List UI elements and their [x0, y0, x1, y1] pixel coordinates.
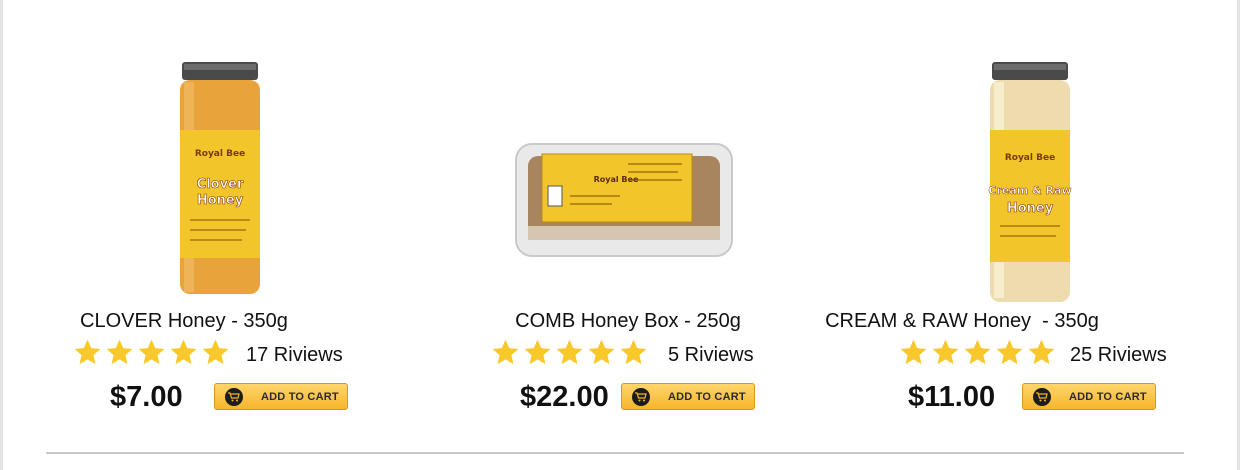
section-divider: [46, 452, 1184, 454]
star-icon: [74, 339, 101, 365]
cart-icon: [1033, 388, 1051, 406]
star-rating: [72, 337, 231, 368]
star-icon: [588, 339, 615, 365]
review-count[interactable]: 25 Riviews: [1070, 344, 1167, 367]
star-icon: [620, 339, 647, 365]
star-icon: [524, 339, 551, 365]
star-icon: [1028, 339, 1055, 365]
product-price: $22.00: [520, 381, 609, 413]
star-icon: [932, 339, 959, 365]
star-icon: [900, 339, 927, 365]
star-rating: [898, 337, 1057, 368]
add-to-cart-label: ADD TO CART: [668, 391, 746, 403]
star-icon: [138, 339, 165, 365]
star-icon: [556, 339, 583, 365]
jar-label-line: Honey: [197, 193, 244, 208]
add-to-cart-button[interactable]: ADD TO CART: [1022, 383, 1156, 410]
product-title[interactable]: CREAM & RAW Honey - 350g: [762, 310, 1162, 333]
jar-label-line: Honey: [1007, 201, 1054, 216]
jar-brand-text: Royal Bee: [195, 149, 245, 159]
review-count[interactable]: 17 Riviews: [246, 344, 343, 367]
add-to-cart-label: ADD TO CART: [261, 391, 339, 403]
star-icon: [170, 339, 197, 365]
product-card-comb: Royal Bee COMB Honey Box - 250g 5 Riview…: [428, 0, 828, 450]
add-to-cart-label: ADD TO CART: [1069, 391, 1147, 403]
cream-raw-honey-jar-image[interactable]: Royal Bee Cream & Raw Honey: [986, 60, 1074, 306]
star-icon: [202, 339, 229, 365]
star-icon: [996, 339, 1023, 365]
product-price: $7.00: [110, 381, 183, 413]
review-count[interactable]: 5 Riviews: [668, 344, 754, 367]
star-icon: [964, 339, 991, 365]
jar-label-line: Clover: [197, 177, 244, 192]
product-title[interactable]: CLOVER Honey - 350g: [0, 310, 384, 333]
add-to-cart-button[interactable]: ADD TO CART: [621, 383, 755, 410]
comb-honey-box-image[interactable]: Royal Bee: [512, 140, 736, 264]
jar-brand-text: Royal Bee: [1005, 153, 1055, 163]
add-to-cart-button[interactable]: ADD TO CART: [214, 383, 348, 410]
frame-border-left: [0, 0, 3, 470]
star-icon: [106, 339, 133, 365]
cart-icon: [225, 388, 243, 406]
product-card-clover: Royal Bee Clover Honey CLOVER Honey - 35…: [12, 0, 412, 450]
clover-honey-jar-image[interactable]: Royal Bee Clover Honey: [176, 60, 264, 300]
jar-label-line: Cream & Raw: [988, 184, 1071, 197]
product-card-cream-raw: Royal Bee Cream & Raw Honey CREAM & RAW …: [824, 0, 1224, 450]
star-rating: [490, 337, 649, 368]
product-price: $11.00: [908, 381, 996, 413]
star-icon: [492, 339, 519, 365]
cart-icon: [632, 388, 650, 406]
